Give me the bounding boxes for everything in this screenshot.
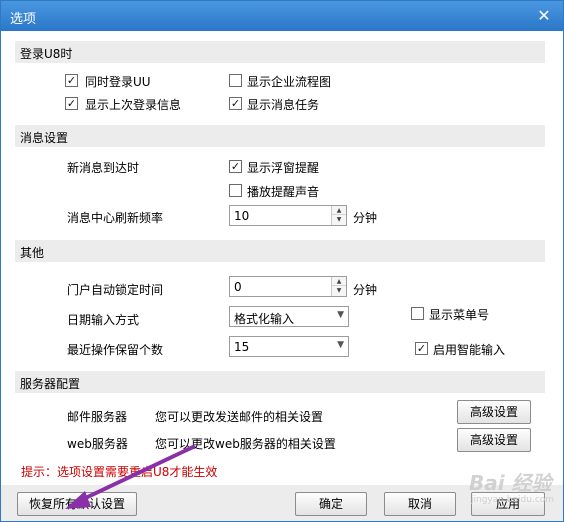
spin-up-icon[interactable]: ▲ [332, 206, 346, 215]
baidu-watermark-url: jingyan.baidu.com [471, 495, 555, 505]
refresh-rate-unit: 分钟 [353, 211, 378, 225]
recent-ops-label: 最近操作保留个数 [67, 343, 164, 357]
mail-server-description: 您可以更改发送邮件的相关设置 [155, 410, 324, 424]
section-title-login: 登录U8时 [20, 47, 73, 61]
date-input-value: 格式化输入 [234, 312, 295, 326]
popup-reminder-checkbox[interactable]: ✓ [229, 160, 242, 173]
section-header-message: 消息设置 [15, 125, 545, 147]
date-input-select[interactable]: 格式化输入 ▼ [229, 306, 349, 327]
restore-defaults-button[interactable]: 恢复所有默认设置 [17, 492, 137, 516]
restart-hint: 提示：选项设置需要重启U8才能生效 [21, 465, 218, 479]
web-advanced-settings-button[interactable]: 高级设置 [457, 428, 531, 452]
auto-lock-unit: 分钟 [353, 283, 378, 297]
refresh-rate-spin-buttons: ▲ ▼ [331, 206, 346, 225]
show-msg-task-checkbox[interactable]: ✓ [229, 97, 242, 110]
refresh-rate-stepper[interactable]: 10 ▲ ▼ [229, 205, 347, 226]
show-flow-checkbox[interactable] [229, 74, 242, 87]
refresh-rate-label: 消息中心刷新频率 [67, 211, 164, 225]
show-msg-task-label: 显示消息任务 [247, 98, 320, 112]
options-dialog: 选项 ✕ 登录U8时 ✓ 同时登录UU 显示企业流程图 ✓ 显示上次登录信息 ✓… [0, 0, 564, 522]
refresh-rate-value: 10 [234, 209, 250, 223]
web-server-label: web服务器 [67, 437, 128, 451]
section-header-server: 服务器配置 [15, 371, 545, 393]
date-input-label: 日期输入方式 [67, 313, 140, 327]
section-title-message: 消息设置 [20, 131, 69, 145]
show-flow-label: 显示企业流程图 [247, 75, 332, 89]
auto-lock-spin-buttons: ▲ ▼ [331, 277, 346, 296]
simul-login-label: 同时登录UU [85, 75, 151, 89]
section-title-server: 服务器配置 [20, 377, 81, 391]
show-menu-number-label: 显示菜单号 [429, 308, 490, 322]
show-menu-number-checkbox[interactable] [411, 307, 424, 320]
close-icon[interactable]: ✕ [533, 6, 555, 26]
web-server-description: 您可以更改web服务器的相关设置 [155, 437, 336, 451]
recent-ops-select[interactable]: 15 ▼ [229, 336, 349, 357]
spin-down-icon[interactable]: ▼ [332, 215, 346, 224]
auto-lock-stepper[interactable]: 0 ▲ ▼ [229, 276, 347, 297]
new-message-label: 新消息到达时 [67, 161, 140, 175]
sound-reminder-label: 播放提醒声音 [247, 185, 320, 199]
show-last-login-checkbox[interactable]: ✓ [65, 97, 78, 110]
smart-input-checkbox[interactable]: ✓ [415, 342, 428, 355]
window-title: 选项 [10, 12, 37, 27]
section-header-other: 其他 [15, 240, 545, 262]
baidu-watermark: Bai 经验 [469, 471, 552, 495]
auto-lock-label: 门户自动锁定时间 [67, 283, 164, 297]
mail-advanced-settings-button[interactable]: 高级设置 [457, 400, 531, 424]
simul-login-checkbox[interactable]: ✓ [65, 74, 78, 87]
spin-up-icon[interactable]: ▲ [332, 277, 346, 286]
cancel-button[interactable]: 取消 [384, 492, 456, 516]
show-last-login-label: 显示上次登录信息 [85, 98, 182, 112]
section-title-other: 其他 [20, 246, 45, 260]
smart-input-label: 启用智能输入 [433, 343, 506, 357]
recent-ops-value: 15 [234, 340, 250, 354]
chevron-down-icon: ▼ [337, 310, 344, 320]
section-header-login: 登录U8时 [15, 41, 545, 63]
mail-server-label: 邮件服务器 [67, 410, 128, 424]
chevron-down-icon: ▼ [337, 340, 344, 350]
auto-lock-value: 0 [234, 280, 242, 294]
popup-reminder-label: 显示浮窗提醒 [247, 161, 320, 175]
spin-down-icon[interactable]: ▼ [332, 286, 346, 295]
sound-reminder-checkbox[interactable] [229, 184, 242, 197]
title-bar[interactable]: 选项 ✕ [1, 1, 563, 31]
ok-button[interactable]: 确定 [295, 492, 367, 516]
